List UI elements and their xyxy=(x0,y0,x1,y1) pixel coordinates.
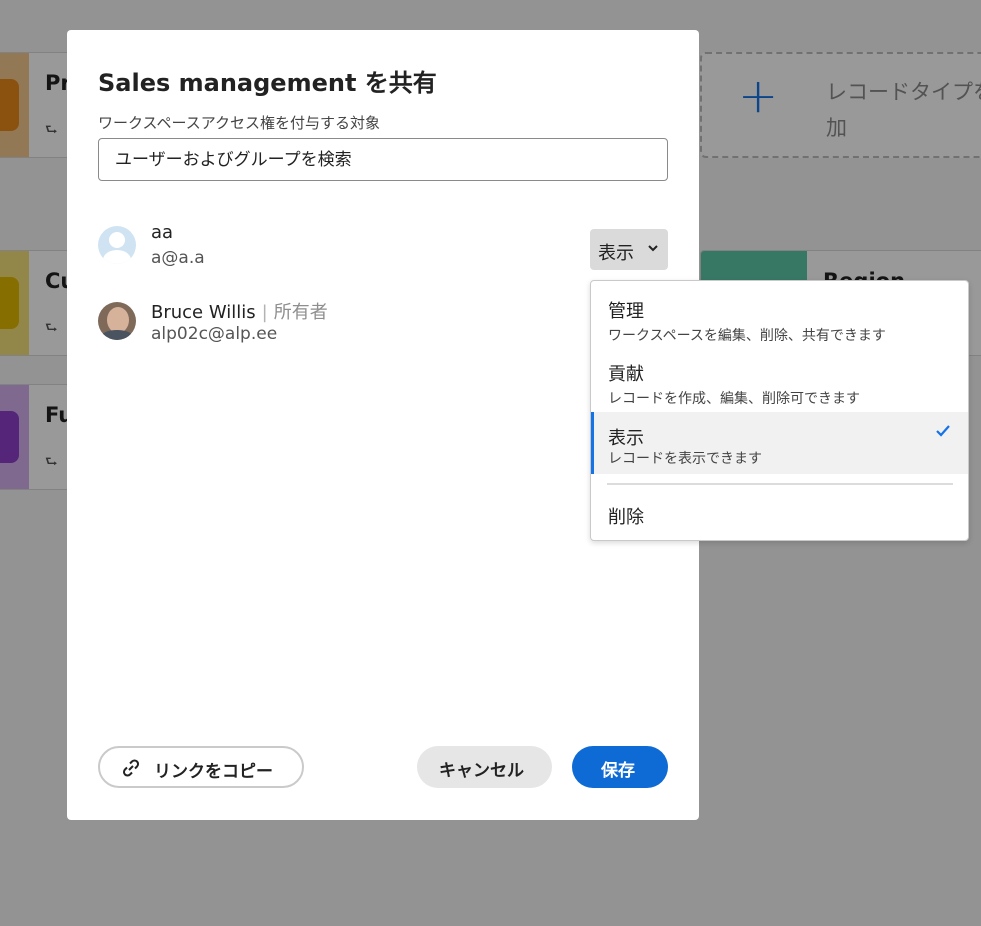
menu-item-manage[interactable]: 管理 ワークスペースを編集、削除、共有できます xyxy=(591,293,968,353)
link-icon xyxy=(122,759,140,777)
avatar xyxy=(98,302,136,340)
checkmark-icon xyxy=(936,425,950,437)
menu-item-description: ワークスペースを編集、削除、共有できます xyxy=(608,328,886,344)
user-email: alp02c@alp.ee xyxy=(151,324,278,344)
user-name: aa xyxy=(151,222,174,243)
user-row: aa a@a.a xyxy=(98,222,518,276)
menu-item-description: レコードを表示できます xyxy=(608,451,762,467)
separator: | xyxy=(261,302,268,323)
menu-item-label: 管理 xyxy=(608,301,644,322)
selected-indicator xyxy=(591,412,594,474)
dialog-title: Sales management を共有 xyxy=(98,69,437,97)
chevron-down-icon xyxy=(648,245,658,252)
menu-item-view[interactable]: 表示 レコードを表示できます xyxy=(591,412,968,474)
copy-link-label: リンクをコピー xyxy=(154,762,273,782)
default-avatar-icon xyxy=(98,226,136,264)
user-search-input[interactable] xyxy=(98,138,668,181)
user-email: a@a.a xyxy=(151,248,205,268)
save-button[interactable]: 保存 xyxy=(572,746,668,788)
copy-link-button[interactable]: リンクをコピー xyxy=(98,746,304,788)
permission-dropdown-button[interactable]: 表示 xyxy=(590,229,668,270)
cancel-label: キャンセル xyxy=(439,761,524,781)
save-label: 保存 xyxy=(601,761,635,781)
user-name: Bruce Willis xyxy=(151,302,256,323)
menu-divider xyxy=(607,483,953,485)
user-name-line: Bruce Willis | 所有者 xyxy=(151,298,328,324)
user-row: Bruce Willis | 所有者 alp02c@alp.ee xyxy=(98,302,518,352)
menu-item-delete[interactable]: 削除 xyxy=(608,503,644,529)
access-field-label: ワークスペースアクセス権を付与する対象 xyxy=(98,114,381,132)
menu-item-label: 貢献 xyxy=(608,364,644,385)
menu-item-label: 表示 xyxy=(608,428,644,449)
owner-badge: 所有者 xyxy=(273,302,328,323)
permission-dropdown-label: 表示 xyxy=(598,243,634,263)
permission-menu: 管理 ワークスペースを編集、削除、共有できます 貢献 レコードを作成、編集、削除… xyxy=(590,280,969,541)
menu-item-contribute[interactable]: 貢献 レコードを作成、編集、削除可できます xyxy=(591,356,968,416)
menu-item-description: レコードを作成、編集、削除可できます xyxy=(608,391,860,407)
cancel-button[interactable]: キャンセル xyxy=(417,746,552,788)
